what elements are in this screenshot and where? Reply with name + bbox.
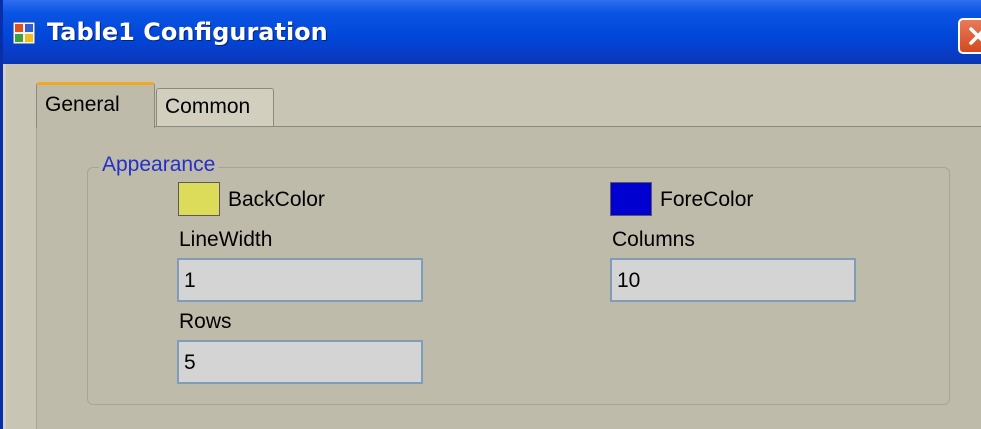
window-title: Table1 Configuration — [47, 18, 328, 46]
tab-common[interactable]: Common — [156, 88, 274, 128]
rows-label: Rows — [179, 310, 232, 333]
columns-input[interactable]: 10 — [610, 258, 856, 302]
close-button[interactable] — [958, 18, 981, 54]
table-icon — [12, 21, 36, 45]
configuration-window: Table1 Configuration Common General Appe… — [0, 0, 981, 429]
tab-general[interactable]: General — [36, 82, 155, 128]
back-color-swatch[interactable] — [178, 182, 220, 216]
back-color-label: BackColor — [228, 188, 325, 211]
line-width-input[interactable]: 1 — [177, 258, 423, 302]
appearance-group-title: Appearance — [99, 153, 219, 177]
fore-color-swatch[interactable] — [610, 182, 652, 216]
dialog-client-area: Common General Appearance BackColor Fore… — [6, 64, 981, 429]
line-width-label: LineWidth — [179, 228, 273, 251]
rows-input[interactable]: 5 — [177, 340, 423, 384]
close-icon — [969, 27, 981, 45]
fore-color-label: ForeColor — [660, 188, 754, 211]
columns-label: Columns — [612, 228, 695, 251]
title-bar[interactable]: Table1 Configuration — [3, 0, 981, 64]
